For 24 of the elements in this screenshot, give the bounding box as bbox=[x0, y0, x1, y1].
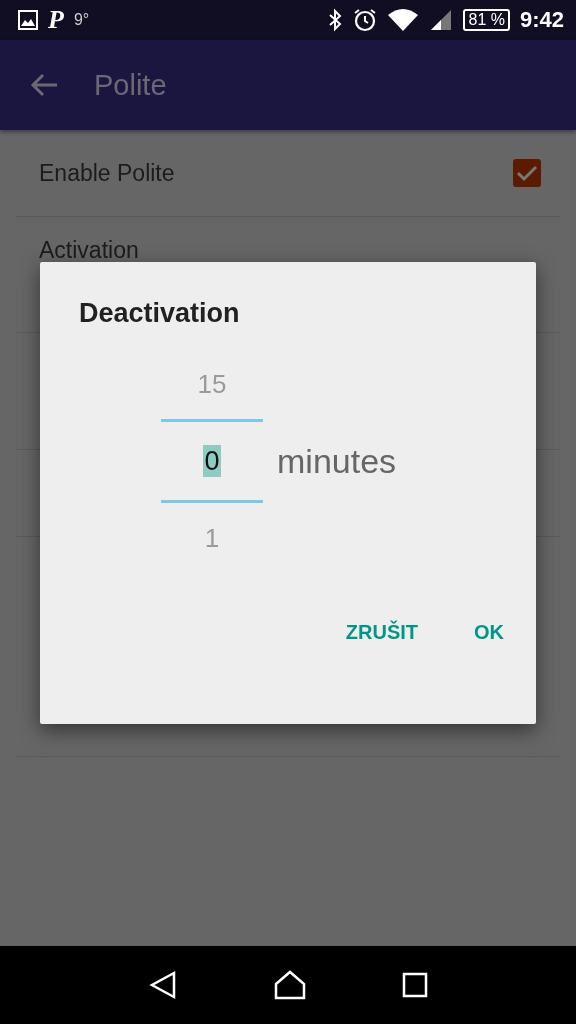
screen-title: Polite bbox=[94, 68, 167, 102]
signal-icon bbox=[429, 8, 454, 32]
clock: 9:42 bbox=[519, 7, 564, 33]
dialog-button[interactable]: ZRUŠIT bbox=[329, 611, 434, 654]
wifi-icon bbox=[387, 7, 420, 33]
number-input[interactable]: 0 bbox=[203, 445, 221, 477]
image-icon bbox=[18, 10, 38, 30]
next-value[interactable]: 1 bbox=[204, 503, 220, 573]
back-icon[interactable] bbox=[148, 970, 178, 1000]
previous-value[interactable]: 15 bbox=[197, 349, 227, 419]
checkbox[interactable] bbox=[513, 159, 541, 187]
unit-label: minutes bbox=[277, 441, 397, 481]
dialog-title: Deactivation bbox=[79, 298, 241, 329]
bluetooth-icon bbox=[327, 8, 344, 32]
battery-indicator: 81 % bbox=[463, 9, 510, 31]
app-notification: P bbox=[48, 7, 64, 33]
dialog-button[interactable]: OK bbox=[458, 611, 520, 654]
recents-icon[interactable] bbox=[402, 972, 428, 998]
back-arrow-icon[interactable] bbox=[30, 73, 58, 97]
home-icon[interactable] bbox=[274, 970, 306, 1000]
setting-title[interactable]: Enable Polite bbox=[39, 159, 513, 187]
alarm-icon bbox=[353, 8, 378, 32]
setting-title[interactable]: Activation bbox=[39, 237, 541, 264]
temperature: 9° bbox=[73, 11, 90, 29]
